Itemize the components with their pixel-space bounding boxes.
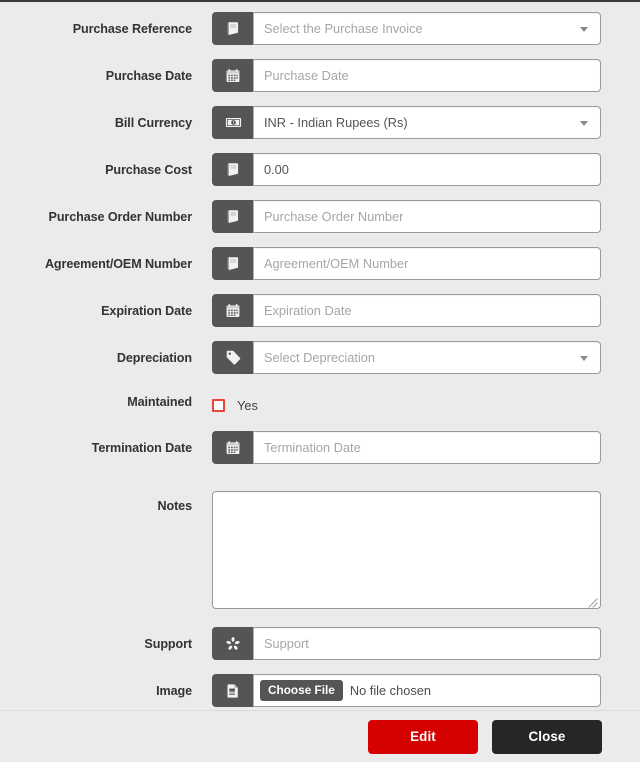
depreciation-text: Select Depreciation xyxy=(264,350,375,365)
field-wrap-purchase-order-number: Purchase Order Number xyxy=(192,200,602,233)
form-row-support: Support Support xyxy=(0,627,602,660)
support-asterisk-icon xyxy=(212,627,253,660)
input-group-purchase-order-number[interactable]: Purchase Order Number xyxy=(212,200,601,233)
maintained-checkbox-label: Yes xyxy=(237,397,258,413)
label-purchase-cost: Purchase Cost xyxy=(105,163,192,177)
input-purchase-cost[interactable]: 0.00 xyxy=(253,153,601,186)
form-row-purchase-date: Purchase Date Purchase Date xyxy=(0,59,602,92)
input-group-expiration-date[interactable]: Expiration Date xyxy=(212,294,601,327)
field-wrap-agreement-oem-number: Agreement/OEM Number xyxy=(192,247,602,280)
input-group-depreciation[interactable]: Select Depreciation xyxy=(212,341,601,374)
input-group-image[interactable]: Choose File No file chosen xyxy=(212,674,601,707)
note-book-icon xyxy=(212,200,253,233)
label-expiration-date: Expiration Date xyxy=(101,304,192,318)
input-group-purchase-date[interactable]: Purchase Date xyxy=(212,59,601,92)
input-group-bill-currency[interactable]: INR - Indian Rupees (Rs) xyxy=(212,106,601,139)
chevron-down-icon xyxy=(580,120,588,126)
field-wrap-purchase-reference: Select the Purchase Invoice xyxy=(192,12,602,45)
support-placeholder: Support xyxy=(264,636,309,651)
form-row-purchase-cost: Purchase Cost 0.00 xyxy=(0,153,602,186)
field-wrap-image: Choose File No file chosen xyxy=(192,674,602,707)
input-group-agreement-oem-number[interactable]: Agreement/OEM Number xyxy=(212,247,601,280)
bill-currency-text: INR - Indian Rupees (Rs) xyxy=(264,115,408,130)
resize-grip-icon[interactable] xyxy=(587,595,598,608)
input-purchase-order-number[interactable]: Purchase Order Number xyxy=(253,200,601,233)
tag-icon xyxy=(212,341,253,374)
purchase-form: Purchase Reference Select the Purchase I… xyxy=(0,2,640,727)
input-group-purchase-cost[interactable]: 0.00 xyxy=(212,153,601,186)
money-bill-icon xyxy=(212,106,253,139)
label-support: Support xyxy=(144,637,192,651)
label-image: Image xyxy=(156,684,192,698)
form-row-purchase-order-number: Purchase Order Number Purchase Order Num… xyxy=(0,200,602,233)
label-agreement-oem-number: Agreement/OEM Number xyxy=(44,257,192,271)
field-wrap-support: Support xyxy=(192,627,602,660)
field-wrap-maintained: Yes xyxy=(192,388,602,416)
note-book-icon xyxy=(212,247,253,280)
input-purchase-date[interactable]: Purchase Date xyxy=(253,59,601,92)
purchase-reference-text: Select the Purchase Invoice xyxy=(264,21,423,36)
form-row-bill-currency: Bill Currency INR - Indian Rupees (Rs) xyxy=(0,106,602,139)
maintained-checkbox-wrap[interactable]: Yes xyxy=(212,388,602,416)
calendar-icon xyxy=(212,294,253,327)
input-expiration-date[interactable]: Expiration Date xyxy=(253,294,601,327)
agreement-oem-number-text: Agreement/OEM Number xyxy=(264,256,409,271)
form-row-maintained: Maintained Yes xyxy=(0,388,602,416)
edit-button[interactable]: Edit xyxy=(368,719,478,754)
choose-file-button[interactable]: Choose File xyxy=(260,680,343,701)
maintained-checkbox[interactable] xyxy=(212,398,225,412)
select-depreciation[interactable]: Select Depreciation xyxy=(253,341,601,374)
input-group-support[interactable]: Support xyxy=(212,627,601,660)
input-group-purchase-reference[interactable]: Select the Purchase Invoice xyxy=(212,12,601,45)
form-row-expiration-date: Expiration Date Expiration Date xyxy=(0,294,602,327)
input-support[interactable]: Support xyxy=(253,627,601,660)
field-wrap-purchase-cost: 0.00 xyxy=(192,153,602,186)
form-row-purchase-reference: Purchase Reference Select the Purchase I… xyxy=(0,12,602,45)
field-wrap-purchase-date: Purchase Date xyxy=(192,59,602,92)
field-wrap-expiration-date: Expiration Date xyxy=(192,294,602,327)
label-purchase-date: Purchase Date xyxy=(105,69,192,83)
label-termination-date: Termination Date xyxy=(91,441,192,455)
termination-date-placeholder: Termination Date xyxy=(264,440,361,455)
label-maintained: Maintained xyxy=(127,395,192,409)
close-button[interactable]: Close xyxy=(492,719,602,754)
note-book-icon xyxy=(212,12,253,45)
expiration-date-text: Expiration Date xyxy=(264,303,352,318)
label-depreciation: Depreciation xyxy=(116,351,192,365)
field-wrap-notes xyxy=(192,491,602,609)
form-row-termination-date: Termination Date Termination Date xyxy=(0,431,602,464)
file-document-icon xyxy=(212,674,253,707)
purchase-details-modal: Purchase Reference Select the Purchase I… xyxy=(0,0,640,762)
chevron-down-icon xyxy=(580,26,588,32)
file-input-image[interactable]: Choose File No file chosen xyxy=(253,674,601,707)
input-termination-date[interactable]: Termination Date xyxy=(253,431,601,464)
input-agreement-oem-number[interactable]: Agreement/OEM Number xyxy=(253,247,601,280)
form-row-depreciation: Depreciation Select Depreciation xyxy=(0,341,602,374)
select-bill-currency[interactable]: INR - Indian Rupees (Rs) xyxy=(253,106,601,139)
purchase-order-number-text: Purchase Order Number xyxy=(264,209,404,224)
purchase-cost-text: 0.00 xyxy=(264,162,289,177)
field-wrap-bill-currency: INR - Indian Rupees (Rs) xyxy=(192,106,602,139)
label-purchase-order-number: Purchase Order Number xyxy=(48,210,193,224)
note-book-icon xyxy=(212,153,253,186)
input-group-termination-date[interactable]: Termination Date xyxy=(212,431,601,464)
chevron-down-icon xyxy=(580,355,588,361)
field-wrap-termination-date: Termination Date xyxy=(192,431,602,464)
select-purchase-reference[interactable]: Select the Purchase Invoice xyxy=(253,12,601,45)
field-wrap-depreciation: Select Depreciation xyxy=(192,341,602,374)
label-notes: Notes xyxy=(157,499,193,513)
form-row-agreement-oem-number: Agreement/OEM Number Agreement/OEM Numbe… xyxy=(0,247,602,280)
calendar-icon xyxy=(212,59,253,92)
label-purchase-reference: Purchase Reference xyxy=(72,22,192,36)
calendar-icon xyxy=(212,431,253,464)
notes-textarea[interactable] xyxy=(212,491,601,609)
purchase-date-text: Purchase Date xyxy=(264,68,349,83)
modal-footer: Edit Close xyxy=(0,710,640,762)
form-row-notes: Notes xyxy=(0,491,602,609)
file-status-text: No file chosen xyxy=(349,683,431,698)
label-bill-currency: Bill Currency xyxy=(114,116,192,130)
form-row-image: Image Choose File No file chosen xyxy=(0,674,602,707)
